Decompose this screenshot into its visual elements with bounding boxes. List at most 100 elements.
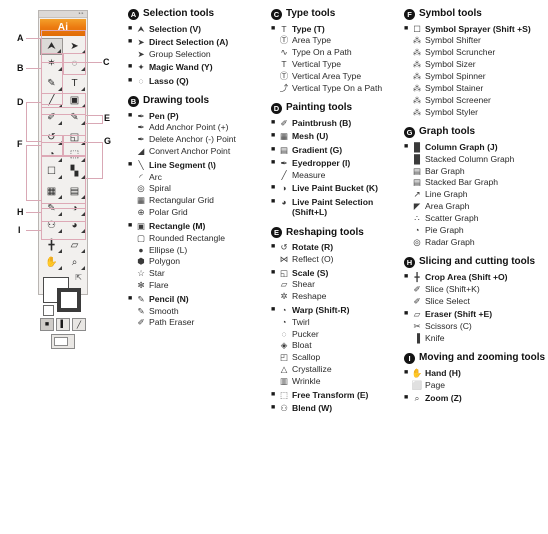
tool-list-item[interactable]: ■⬜Page — [404, 380, 548, 390]
tool-list-item[interactable]: ■⁂Symbol Scruncher — [404, 47, 548, 57]
tool-list-item[interactable]: ■ ⌕ Zoom (Z) — [404, 393, 548, 403]
crop-area-tool-button[interactable]: ╋ — [40, 237, 63, 254]
tool-list-item[interactable]: ■ ◜ Arc — [128, 172, 264, 182]
tool-list-item[interactable]: ■◌ Pucker — [271, 329, 399, 339]
tool-list-item[interactable]: ■▤Bar Graph — [404, 166, 548, 176]
tool-list-item[interactable]: ■▢Rounded Rectangle — [128, 233, 264, 243]
tool-list-item[interactable]: ■ ╋ Crop Area (Shift +O) — [404, 272, 548, 282]
tool-list-item[interactable]: ■☆ Star — [128, 268, 264, 278]
tool-list-item[interactable]: ■⁂Symbol Styler — [404, 107, 548, 117]
tool-list-item[interactable]: ■✒ Add Anchor Point (+) — [128, 122, 264, 132]
tool-list-item[interactable]: ■⁂Symbol Screener — [404, 95, 548, 105]
tool-list-item[interactable]: ■◰Scallop — [271, 352, 399, 362]
hand-tool-button[interactable]: ✋ — [40, 254, 63, 271]
tool-list-item[interactable]: ■ ↺ Rotate (R) — [271, 242, 399, 252]
tool-list-item[interactable]: ■ ⮝ Selection (V) — [128, 24, 264, 34]
paintbrush-tool-button[interactable]: ✐ — [40, 109, 63, 126]
tool-list-item[interactable]: ■▱ Shear — [271, 279, 399, 289]
tool-list-item[interactable]: ■⁂Symbol Spinner — [404, 71, 548, 81]
type-tool-button[interactable]: T — [63, 75, 86, 92]
tool-list-item[interactable]: ■▦Rectangular Grid — [128, 195, 264, 205]
mesh-tool-button[interactable]: ▦ — [40, 183, 63, 200]
tool-list-item[interactable]: ■ⓉVertical Area Type — [271, 71, 399, 81]
swap-fill-stroke-icon[interactable]: ⇱ — [75, 274, 82, 282]
tool-list-item[interactable]: ■ ◌ Lasso (Q) — [128, 76, 264, 86]
live-paint-selection-tool-button[interactable]: ◕ — [63, 217, 86, 234]
tool-list-item[interactable]: ■ ✒ Eyedropper (I) — [271, 158, 399, 168]
scale-tool-button[interactable]: ◱ — [63, 129, 86, 146]
gradient-tool-button[interactable]: ▤ — [63, 183, 86, 200]
color-mode-icon[interactable]: ■ — [40, 318, 54, 331]
tool-list-item[interactable]: ■✒ Delete Anchor (-) Point — [128, 134, 264, 144]
selection-tool-button[interactable]: ⮝ — [40, 38, 63, 55]
tool-list-item[interactable]: ■✐ Slice Select — [404, 296, 548, 306]
column-graph-tool-button[interactable]: ▚ — [63, 163, 86, 180]
tool-row[interactable]: ✎ ◑ — [40, 200, 86, 217]
tool-list-item[interactable]: ■ ✒ Pen (P) — [128, 111, 264, 121]
tool-row[interactable]: ✶ ◌ — [40, 55, 86, 72]
tool-list-item[interactable]: ■✲ Reshape — [271, 291, 399, 301]
tool-list-item[interactable]: ■△ Crystallize — [271, 364, 399, 374]
pen-tool-button[interactable]: ✎ — [40, 75, 63, 92]
rotate-tool-button[interactable]: ↺ — [40, 129, 63, 146]
tool-list-item[interactable]: ■█ Stacked Column Graph — [404, 154, 548, 164]
tool-list-item[interactable]: ■◔ Twirl — [271, 317, 399, 327]
tool-list-item[interactable]: ■✂ Scissors (C) — [404, 321, 548, 331]
tool-row[interactable]: ⚇ ◕ — [40, 217, 86, 234]
stroke-swatch[interactable] — [57, 288, 81, 312]
tool-row[interactable]: ↺ ◱ — [40, 129, 86, 146]
tool-list-item[interactable]: ■➤ Group Selection — [128, 49, 264, 59]
tool-list-item[interactable]: ■ ⬚ Free Transform (E) — [271, 390, 399, 400]
panel-grip[interactable]: ‣‣ — [39, 11, 87, 18]
tool-list-item[interactable]: ■ ◑ Live Paint Bucket (K) — [271, 183, 399, 193]
tool-row[interactable]: ✋ ⌕ — [40, 254, 86, 271]
tool-list-item[interactable]: ■ ➤ Direct Selection (A) — [128, 37, 264, 47]
tool-row[interactable]: ⮝ ➤ — [40, 38, 86, 55]
screen-mode-button[interactable] — [39, 334, 87, 352]
tool-list-item[interactable]: ■⁂Symbol Stainer — [404, 83, 548, 93]
tool-list-item[interactable]: ■● Ellipse (L) — [128, 245, 264, 255]
tool-row[interactable]: ◔ ⬚ — [40, 146, 86, 163]
tool-list-item[interactable]: ■◎ Radar Graph — [404, 237, 548, 247]
tool-list-item[interactable]: ■ ⚇ Blend (W) — [271, 403, 399, 413]
tool-list-item[interactable]: ■╱ Measure — [271, 170, 399, 180]
tool-list-item[interactable]: ■✻ Flare — [128, 280, 264, 290]
tool-list-item[interactable]: ■◈ Bloat — [271, 340, 399, 350]
tool-list-item[interactable]: ■▥Wrinkle — [271, 376, 399, 386]
tool-list-item[interactable]: ■ █ Column Graph (J) — [404, 142, 548, 152]
tool-list-item[interactable]: ■◢ Convert Anchor Point — [128, 146, 264, 156]
line-segment-tool-button[interactable]: ╱ — [40, 92, 63, 109]
default-fill-stroke-icon[interactable] — [43, 305, 54, 316]
tool-list-item[interactable]: ■✐ Slice (Shift+K) — [404, 284, 548, 294]
lasso-tool-button[interactable]: ◌ — [63, 55, 86, 72]
tool-list-item[interactable]: ■ ▣ Rectangle (M) — [128, 221, 264, 231]
illustrator-toolbox-panel[interactable]: ‣‣ Ai ⮝ ➤ ✶ ◌ ✎ T ╱ ▣ ✐ ✎ ↺ ◱ ◔ ⬚ ☐ ▚ ▦ … — [38, 10, 88, 349]
tool-list-item[interactable]: ■ ✎ Pencil (N) — [128, 294, 264, 304]
tool-list-item[interactable]: ■⤴Vertical Type On a Path — [271, 83, 399, 93]
tool-list-item[interactable]: ■ ✋ Hand (H) — [404, 368, 548, 378]
symbol-sprayer-tool-button[interactable]: ☐ — [40, 163, 63, 180]
eyedropper-tool-button[interactable]: ✎ — [40, 200, 63, 217]
tool-row[interactable]: ✐ ✎ — [40, 109, 86, 126]
tool-list-item[interactable]: ■∿ Type On a Path — [271, 47, 399, 57]
tool-list-item[interactable]: ■◤ Area Graph — [404, 201, 548, 211]
tool-list-item[interactable]: ■ T Type (T) — [271, 24, 399, 34]
tool-list-item[interactable]: ■▤Stacked Bar Graph — [404, 177, 548, 187]
tool-row[interactable]: ╱ ▣ — [40, 92, 86, 109]
tool-list-item[interactable]: ■ ▱ Eraser (Shift +E) — [404, 309, 548, 319]
tool-list-item[interactable]: ■◔ Pie Graph — [404, 225, 548, 235]
tool-list-item[interactable]: ■ ▦ Mesh (U) — [271, 131, 399, 141]
tool-list-item[interactable]: ■⋈Reflect (O) — [271, 254, 399, 264]
tool-list-item[interactable]: ■ ▤ Gradient (G) — [271, 145, 399, 155]
tool-list-item[interactable]: ■ ╲ Line Segment (\) — [128, 160, 264, 170]
tool-list-item[interactable]: ■⊕ Polar Grid — [128, 207, 264, 217]
eraser-tool-button[interactable]: ▱ — [63, 237, 86, 254]
tool-list-item[interactable]: ■ⓉArea Type — [271, 35, 399, 45]
color-swatch-controls[interactable]: ⇱ — [43, 274, 83, 316]
gradient-mode-icon[interactable]: ▌ — [56, 318, 70, 331]
tool-list-item[interactable]: ■ ◱ Scale (S) — [271, 268, 399, 278]
paint-mode-buttons[interactable]: ■ ▌ ╱ — [39, 318, 87, 331]
tool-list-item[interactable]: ■◎ Spiral — [128, 183, 264, 193]
pencil-tool-button[interactable]: ✎ — [63, 109, 86, 126]
tool-row[interactable]: ☐ ▚ — [40, 163, 86, 180]
